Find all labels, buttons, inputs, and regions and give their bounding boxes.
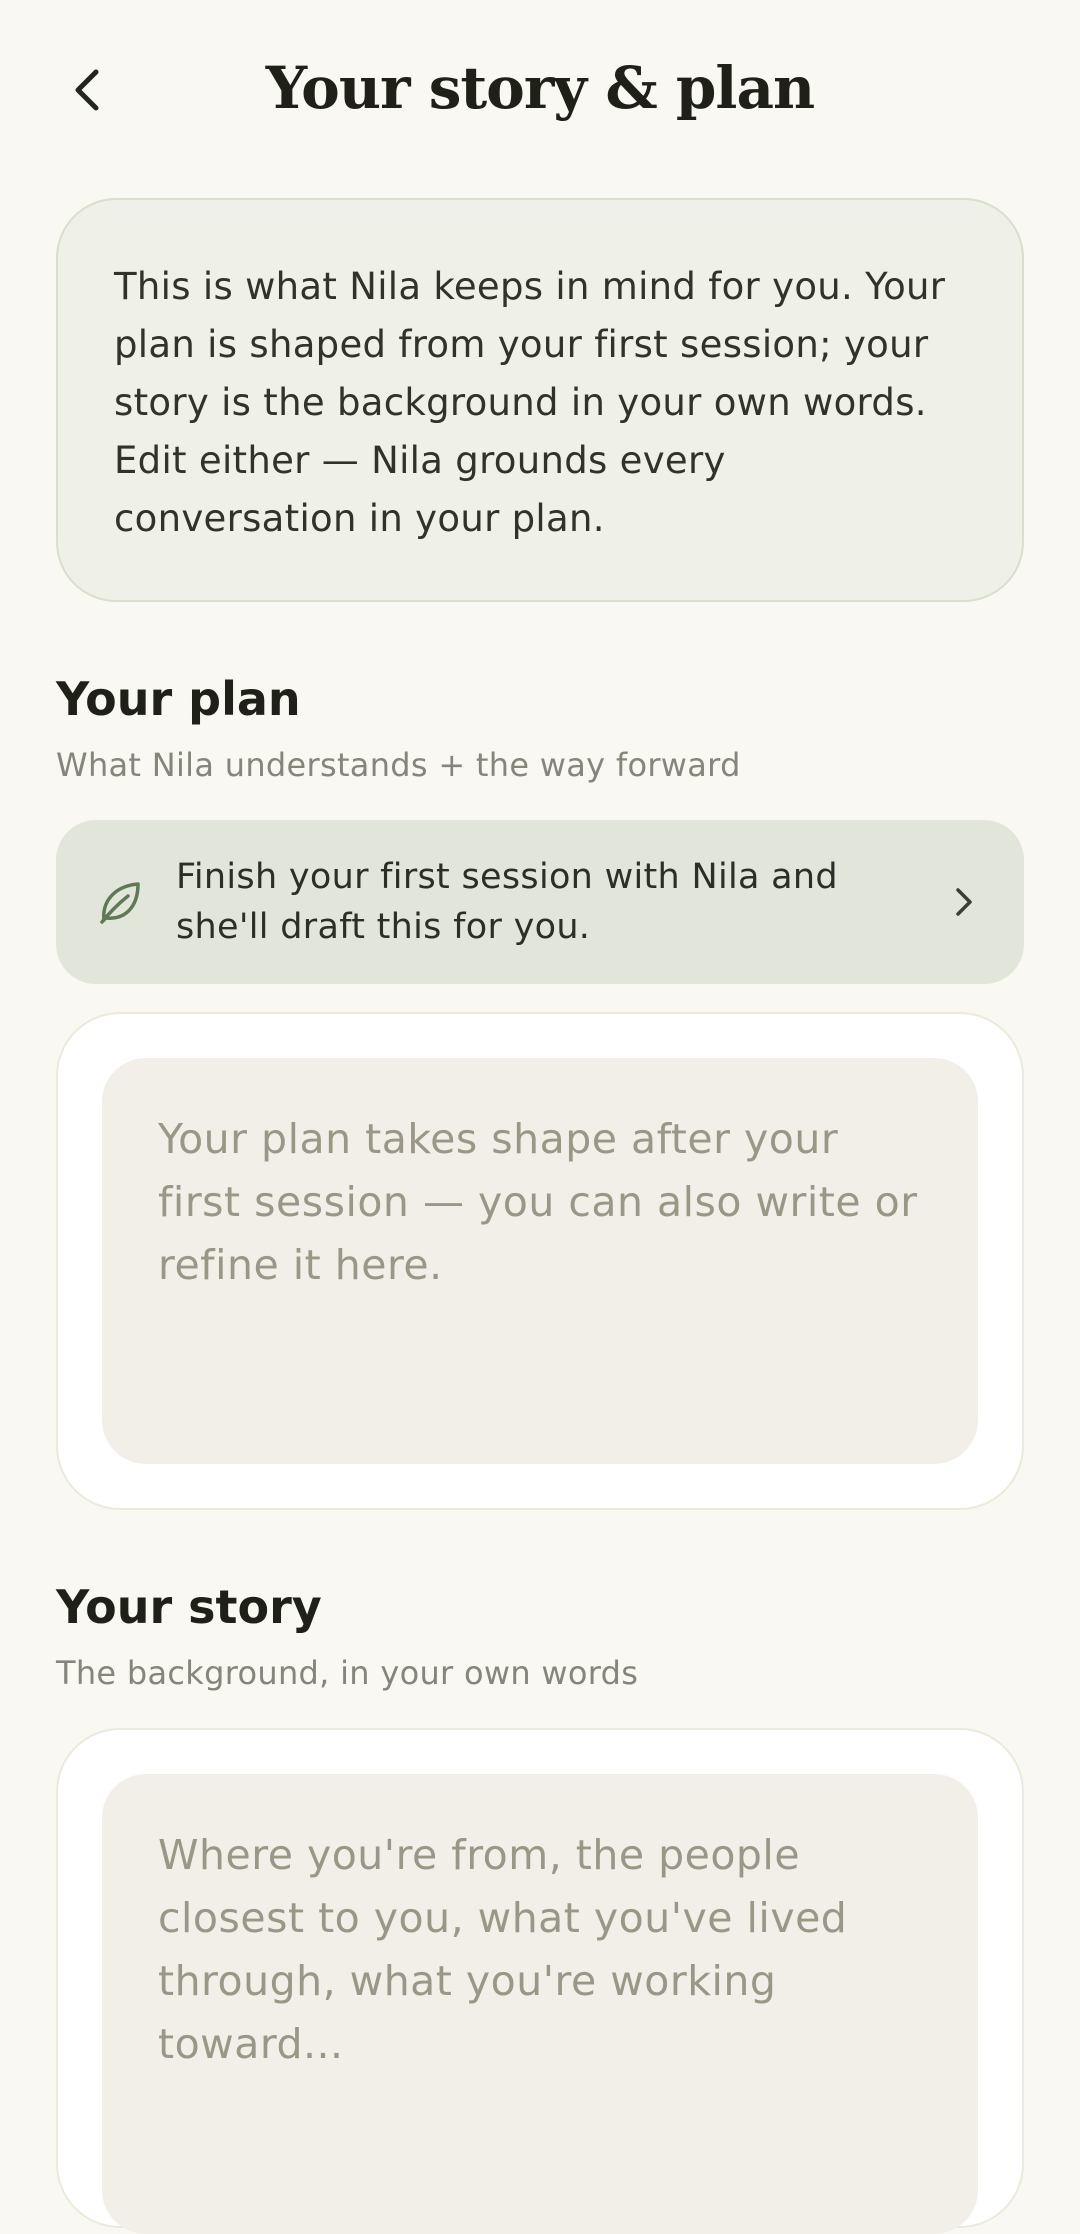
plan-textarea[interactable] — [102, 1058, 978, 1464]
story-textarea[interactable] — [102, 1774, 978, 2234]
intro-card: This is what Nila keeps in mind for you.… — [56, 198, 1024, 602]
plan-editor-card — [56, 1012, 1024, 1510]
leaf-icon — [100, 882, 140, 924]
page-title: Your story & plan — [265, 54, 815, 122]
plan-hint-text: Finish your first session with Nila and … — [176, 857, 838, 947]
app-header: Your story & plan — [0, 0, 1080, 180]
plan-section-subtitle: What Nila understands + the way forward — [56, 746, 741, 784]
story-section-subtitle: The background, in your own words — [56, 1654, 639, 1692]
story-editor-card — [56, 1728, 1024, 2234]
intro-text: This is what Nila keeps in mind for you.… — [114, 265, 946, 540]
plan-section-title: Your plan — [56, 672, 301, 726]
chevron-right-icon — [956, 888, 972, 916]
story-section-title: Your story — [56, 1580, 322, 1634]
plan-hint-banner[interactable]: Finish your first session with Nila and … — [56, 820, 1024, 984]
